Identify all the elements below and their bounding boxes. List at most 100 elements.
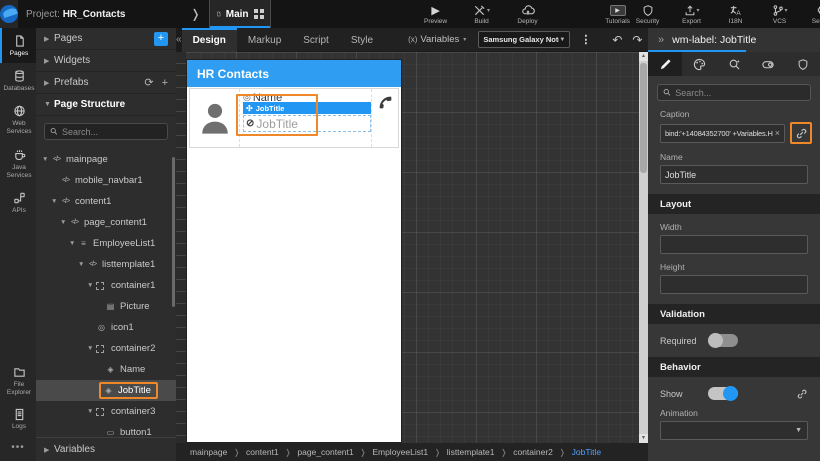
section-variables[interactable]: ▶ Variables [36, 437, 176, 461]
rail-item-file-explorer[interactable]: File Explorer [0, 360, 36, 402]
tree-scrollbar[interactable] [172, 157, 175, 307]
tree-item-container3[interactable]: ▼ container3 [36, 401, 176, 422]
topbar-actions-right: Security ▾ Export A I18N ▾ VCS Se [633, 4, 820, 25]
rail-item-web-services[interactable]: Web Services [0, 98, 36, 141]
section-pages[interactable]: ▶ Pages + [36, 28, 176, 50]
undo-button[interactable]: ↶ [612, 33, 622, 47]
device-selector[interactable]: Samsung Galaxy Note III ▼ [478, 31, 571, 48]
scroll-up-icon[interactable]: ▲ [639, 52, 648, 61]
tree-item-name[interactable]: ◈ Name [36, 359, 176, 380]
add-page-button[interactable]: + [154, 31, 168, 46]
breadcrumb-content1[interactable]: content1 [246, 447, 279, 457]
tree-item-container2[interactable]: ▼ container2 [36, 338, 176, 359]
rail-item-databases[interactable]: Databases [0, 63, 36, 98]
refresh-icon[interactable]: ⟳ [144, 76, 153, 89]
app-logo[interactable] [0, 0, 18, 28]
add-prefab-button[interactable]: + [162, 77, 168, 89]
kebab-menu-icon[interactable]: ⋮ [580, 33, 591, 46]
breadcrumb-mainpage[interactable]: mainpage [190, 447, 227, 457]
scroll-down-icon[interactable]: ▼ [639, 434, 648, 443]
breadcrumb-container2[interactable]: container2 [513, 447, 553, 457]
tab-style[interactable]: Style [340, 28, 384, 52]
vcs-button[interactable]: ▾ VCS [765, 4, 795, 25]
tab-markup[interactable]: Markup [237, 28, 292, 52]
breadcrumb-employeelist1[interactable]: EmployeeList1 [372, 447, 428, 457]
breadcrumb-listtemplate1[interactable]: listtemplate1 [447, 447, 495, 457]
tree-item-mainpage[interactable]: ▼ </> mainpage [36, 149, 176, 170]
tree-item-picture[interactable]: ▤ Picture [36, 296, 176, 317]
page-tab-main[interactable]: Main [208, 0, 271, 28]
scrollbar-thumb[interactable] [640, 63, 647, 173]
tree-item-icon1[interactable]: ◎ icon1 [36, 317, 176, 338]
export-button[interactable]: ▾ Export [677, 4, 707, 25]
tree-item-jobtitle[interactable]: ◈ JobTitle [36, 380, 176, 401]
clear-icon[interactable]: × [773, 128, 780, 138]
design-canvas[interactable]: HR Contacts ◎ Name ✣ JobTitle ⊘ JobTitle… [176, 52, 648, 443]
tree-item-page-content1[interactable]: ▼ </> page_content1 [36, 212, 176, 233]
i18n-button[interactable]: A I18N [721, 4, 751, 25]
canvas-scrollbar[interactable]: ▲ ▼ [639, 52, 648, 443]
animation-select[interactable]: ▼ [660, 421, 808, 440]
bind-show-button[interactable] [796, 388, 808, 400]
redo-button[interactable]: ↷ [632, 33, 642, 47]
deploy-button[interactable]: Deploy [513, 4, 543, 25]
list-item-template[interactable]: ◎ Name ✣ JobTitle ⊘ JobTitle [189, 88, 399, 148]
tab-styles[interactable] [682, 52, 716, 76]
mobile-navbar[interactable]: HR Contacts [187, 60, 401, 87]
height-field[interactable] [660, 275, 808, 294]
tab-device[interactable] [751, 52, 785, 76]
rail-item-java-services[interactable]: Java Services [0, 142, 36, 185]
tree-item-employeelist1[interactable]: ▼ ≡ EmployeeList1 [36, 233, 176, 254]
show-toggle[interactable] [708, 386, 738, 401]
tab-advanced-search[interactable] [717, 52, 751, 76]
bind-property-button[interactable] [790, 122, 812, 144]
breadcrumb-page-content1[interactable]: page_content1 [297, 447, 353, 457]
structure-search[interactable] [44, 123, 168, 140]
caption-field[interactable]: × [660, 123, 785, 143]
caption-input[interactable] [665, 128, 773, 138]
tab-security[interactable] [786, 52, 820, 76]
preview-button[interactable]: ▶ Preview [421, 4, 451, 25]
search-settings-icon [729, 59, 740, 70]
rail-item-apis[interactable]: APIs [0, 185, 36, 220]
height-input[interactable] [665, 279, 803, 290]
tab-design[interactable]: Design [181, 27, 237, 52]
picture-widget[interactable] [190, 89, 240, 147]
grid-icon[interactable] [253, 9, 264, 19]
required-toggle[interactable] [708, 333, 738, 348]
phone-preview[interactable]: HR Contacts ◎ Name ✣ JobTitle ⊘ JobTitle [187, 60, 401, 442]
breadcrumb-jobtitle[interactable]: JobTitle [572, 447, 601, 457]
container2-region[interactable]: ◎ Name ✣ JobTitle ⊘ JobTitle [240, 89, 372, 147]
jobtitle-widget[interactable]: ⊘ JobTitle [243, 115, 371, 132]
left-panel: ▶ Pages + ▶ Widgets ▶ Prefabs ⟳ + ▼ Page… [36, 28, 176, 461]
width-input[interactable] [665, 239, 803, 250]
tree-item-button1[interactable]: ▭ button1 [36, 422, 176, 437]
chevron-right-icon[interactable]: ❭ [190, 7, 200, 21]
button1-widget[interactable] [372, 89, 398, 147]
tutorials-button[interactable]: ▶ Tutorials [603, 4, 633, 25]
widget-selection-bar[interactable]: ✣ JobTitle [243, 102, 371, 114]
settings-button[interactable]: ⚙▾ Settings [809, 4, 820, 25]
tab-properties[interactable] [648, 52, 683, 76]
properties-search[interactable] [657, 84, 811, 101]
name-input[interactable] [665, 169, 803, 180]
tree-item-content1[interactable]: ▼ </> content1 [36, 191, 176, 212]
name-field[interactable] [660, 165, 808, 184]
build-button[interactable]: ▾ Build [467, 4, 497, 25]
tab-script[interactable]: Script [292, 28, 340, 52]
width-field[interactable] [660, 235, 808, 254]
section-page-structure[interactable]: ▼ Page Structure [36, 94, 176, 116]
more-options-icon[interactable]: ••• [0, 436, 36, 461]
structure-search-input[interactable] [62, 126, 162, 137]
rail-item-logs[interactable]: Logs [0, 402, 36, 436]
section-prefabs[interactable]: ▶ Prefabs ⟳ + [36, 72, 176, 94]
security-button[interactable]: Security [633, 4, 663, 25]
tree-item-listtemplate1[interactable]: ▼ </> listtemplate1 [36, 254, 176, 275]
tree-item-mobile-navbar1[interactable]: </> mobile_navbar1 [36, 170, 176, 191]
collapse-right-icon[interactable]: » [658, 34, 664, 46]
properties-search-input[interactable] [675, 87, 805, 98]
tree-item-container1[interactable]: ▼ container1 [36, 275, 176, 296]
variables-dropdown[interactable]: (x) Variables ▾ [408, 34, 466, 45]
rail-item-pages[interactable]: Pages [0, 28, 36, 64]
section-widgets[interactable]: ▶ Widgets [36, 50, 176, 72]
